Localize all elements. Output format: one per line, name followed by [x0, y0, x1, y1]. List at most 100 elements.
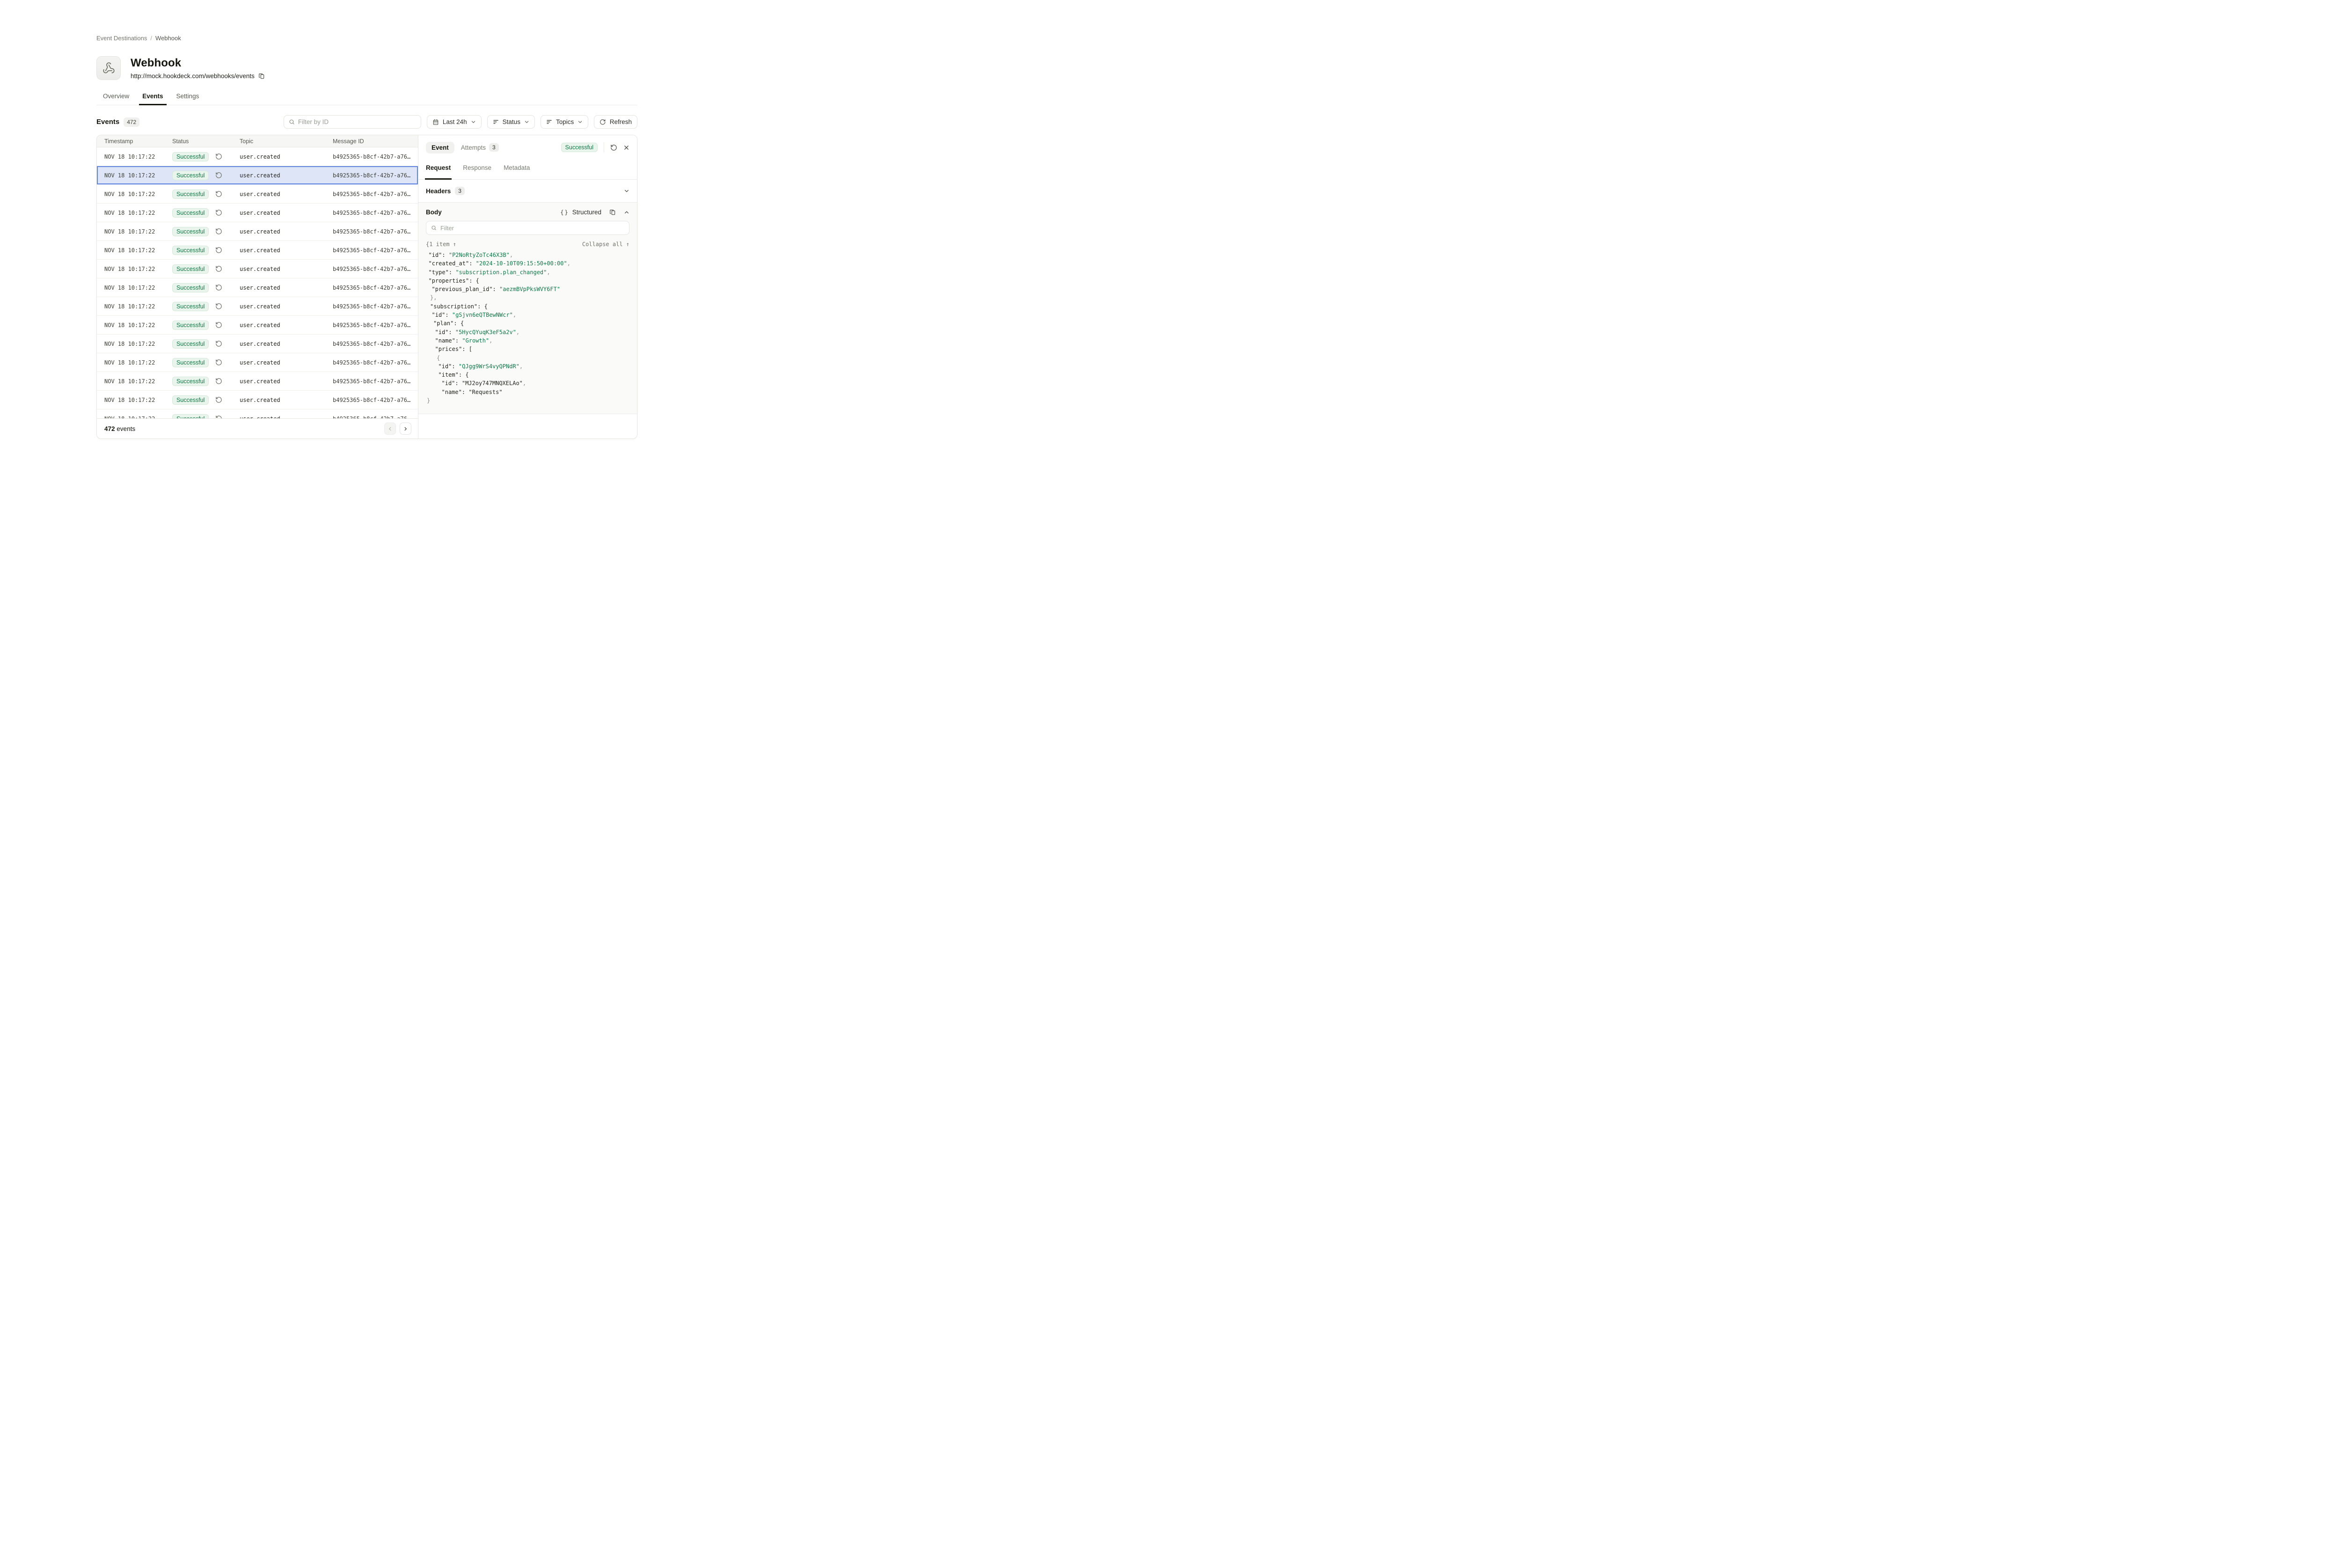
chevron-down-icon[interactable]: [624, 188, 629, 194]
panel-tab-event[interactable]: Event: [426, 142, 454, 153]
cell-timestamp: NOV 18 10:17:22: [104, 341, 172, 347]
retry-icon[interactable]: [215, 228, 222, 235]
tab-request[interactable]: Request: [426, 160, 451, 179]
retry-icon[interactable]: [215, 209, 222, 216]
tab-settings[interactable]: Settings: [170, 90, 206, 105]
table-row[interactable]: NOV 18 10:17:22Successfuluser.createdb49…: [97, 391, 418, 409]
json-line: "item": {: [426, 371, 629, 379]
filter-by-id-input[interactable]: [298, 118, 416, 125]
cell-topic: user.created: [240, 228, 333, 235]
status-badge: Successful: [172, 171, 209, 180]
table-row[interactable]: NOV 18 10:17:22Successfuluser.createdb49…: [97, 185, 418, 204]
cell-timestamp: NOV 18 10:17:22: [104, 322, 172, 328]
status-badge: Successful: [172, 414, 209, 419]
headers-section-toggle[interactable]: Headers 3: [418, 180, 637, 203]
events-count-badge: 472: [124, 117, 139, 127]
table-row[interactable]: NOV 18 10:17:22Successfuluser.createdb49…: [97, 335, 418, 353]
status-badge: Successful: [172, 152, 209, 161]
topics-filter-button[interactable]: Topics: [541, 115, 588, 129]
retry-icon[interactable]: [215, 415, 222, 418]
cell-status: Successful: [172, 377, 240, 386]
time-range-button[interactable]: Last 24h: [427, 115, 482, 129]
table-row[interactable]: NOV 18 10:17:22Successfuluser.createdb49…: [97, 166, 418, 185]
search-icon: [431, 225, 437, 231]
cell-timestamp: NOV 18 10:17:22: [104, 228, 172, 235]
status-badge: Successful: [172, 190, 209, 199]
cell-message-id: b4925365-b8cf-42b7-a76…: [333, 397, 418, 403]
cell-timestamp: NOV 18 10:17:22: [104, 378, 172, 385]
copy-body-icon[interactable]: [609, 209, 616, 216]
webhook-url: http://mock.hookdeck.com/webhooks/events: [131, 73, 255, 80]
table-row[interactable]: NOV 18 10:17:22Successfuluser.createdb49…: [97, 222, 418, 241]
json-line: "previous_plan_id": "aezmBVpPksWVY6FT": [426, 285, 629, 293]
cell-status: Successful: [172, 302, 240, 311]
collapse-all-button[interactable]: Collapse all ↑: [582, 241, 629, 248]
retry-icon[interactable]: [215, 396, 222, 403]
cell-message-id: b4925365-b8cf-42b7-a76…: [333, 284, 418, 291]
retry-icon[interactable]: [215, 265, 222, 272]
events-table: Timestamp Status Topic Message ID NOV 18…: [97, 135, 418, 438]
retry-icon[interactable]: [215, 340, 222, 347]
status-badge: Successful: [172, 264, 209, 274]
chevron-down-icon: [578, 119, 583, 124]
events-card: Timestamp Status Topic Message ID NOV 18…: [96, 135, 637, 439]
tab-events[interactable]: Events: [136, 90, 169, 105]
retry-icon[interactable]: [215, 378, 222, 385]
events-total: 472 events: [104, 425, 135, 432]
json-line: "id": "gSjvn6eQTBewNWcr",: [426, 311, 629, 319]
retry-icon[interactable]: [215, 321, 222, 328]
table-row[interactable]: NOV 18 10:17:22Successfuluser.createdb49…: [97, 278, 418, 297]
breadcrumb-parent[interactable]: Event Destinations: [96, 35, 147, 42]
refresh-button[interactable]: Refresh: [594, 115, 637, 129]
time-range-label: Last 24h: [443, 118, 467, 125]
retry-icon[interactable]: [215, 172, 222, 179]
cell-message-id: b4925365-b8cf-42b7-a76…: [333, 341, 418, 347]
table-row[interactable]: NOV 18 10:17:22Successfuluser.createdb49…: [97, 204, 418, 222]
table-row[interactable]: NOV 18 10:17:22Successfuluser.createdb49…: [97, 147, 418, 166]
page-tabs: Overview Events Settings: [96, 90, 637, 105]
json-root-toggle[interactable]: {1 item ↑: [426, 241, 456, 248]
tab-metadata[interactable]: Metadata: [504, 160, 530, 179]
table-row[interactable]: NOV 18 10:17:22Successfuluser.createdb49…: [97, 353, 418, 372]
table-row[interactable]: NOV 18 10:17:22Successfuluser.createdb49…: [97, 260, 418, 278]
cell-status: Successful: [172, 395, 240, 405]
retry-icon[interactable]: [215, 359, 222, 366]
webhook-icon: [102, 62, 115, 74]
table-row[interactable]: NOV 18 10:17:22Successfuluser.createdb49…: [97, 316, 418, 335]
cell-topic: user.created: [240, 247, 333, 254]
retry-icon[interactable]: [215, 247, 222, 254]
cell-message-id: b4925365-b8cf-42b7-a76…: [333, 359, 418, 366]
cell-timestamp: NOV 18 10:17:22: [104, 172, 172, 179]
event-status-badge: Successful: [561, 143, 598, 152]
cell-message-id: b4925365-b8cf-42b7-a76…: [333, 266, 418, 272]
pagination-prev-button[interactable]: [384, 423, 396, 435]
status-filter-label: Status: [503, 118, 520, 125]
tab-overview[interactable]: Overview: [96, 90, 136, 105]
table-row[interactable]: NOV 18 10:17:22Successfuluser.createdb49…: [97, 241, 418, 260]
cell-status: Successful: [172, 339, 240, 349]
column-header-timestamp: Timestamp: [104, 138, 172, 145]
pagination-next-button[interactable]: [400, 423, 411, 435]
table-row[interactable]: NOV 18 10:17:22Successfuluser.createdb49…: [97, 409, 418, 418]
panel-content-tabs: Request Response Metadata: [418, 160, 637, 180]
status-filter-button[interactable]: Status: [487, 115, 535, 129]
retry-icon[interactable]: [215, 284, 222, 291]
copy-url-icon[interactable]: [258, 73, 265, 80]
cell-topic: user.created: [240, 322, 333, 328]
close-panel-icon[interactable]: [623, 145, 629, 151]
status-badge: Successful: [172, 377, 209, 386]
table-row[interactable]: NOV 18 10:17:22Successfuluser.createdb49…: [97, 372, 418, 391]
retry-icon[interactable]: [215, 190, 222, 197]
tab-response[interactable]: Response: [463, 160, 491, 179]
panel-tab-attempts[interactable]: Attempts 3: [461, 143, 499, 152]
body-filter-input[interactable]: [440, 225, 624, 232]
chevron-up-icon[interactable]: [624, 210, 629, 215]
retry-icon[interactable]: [215, 153, 222, 160]
table-row[interactable]: NOV 18 10:17:22Successfuluser.createdb49…: [97, 297, 418, 316]
cell-timestamp: NOV 18 10:17:22: [104, 247, 172, 254]
structured-mode-toggle[interactable]: {} Structured: [560, 209, 601, 216]
retry-event-icon[interactable]: [610, 144, 617, 151]
cell-topic: user.created: [240, 341, 333, 347]
retry-icon[interactable]: [215, 303, 222, 310]
column-header-message-id: Message ID: [333, 138, 418, 145]
